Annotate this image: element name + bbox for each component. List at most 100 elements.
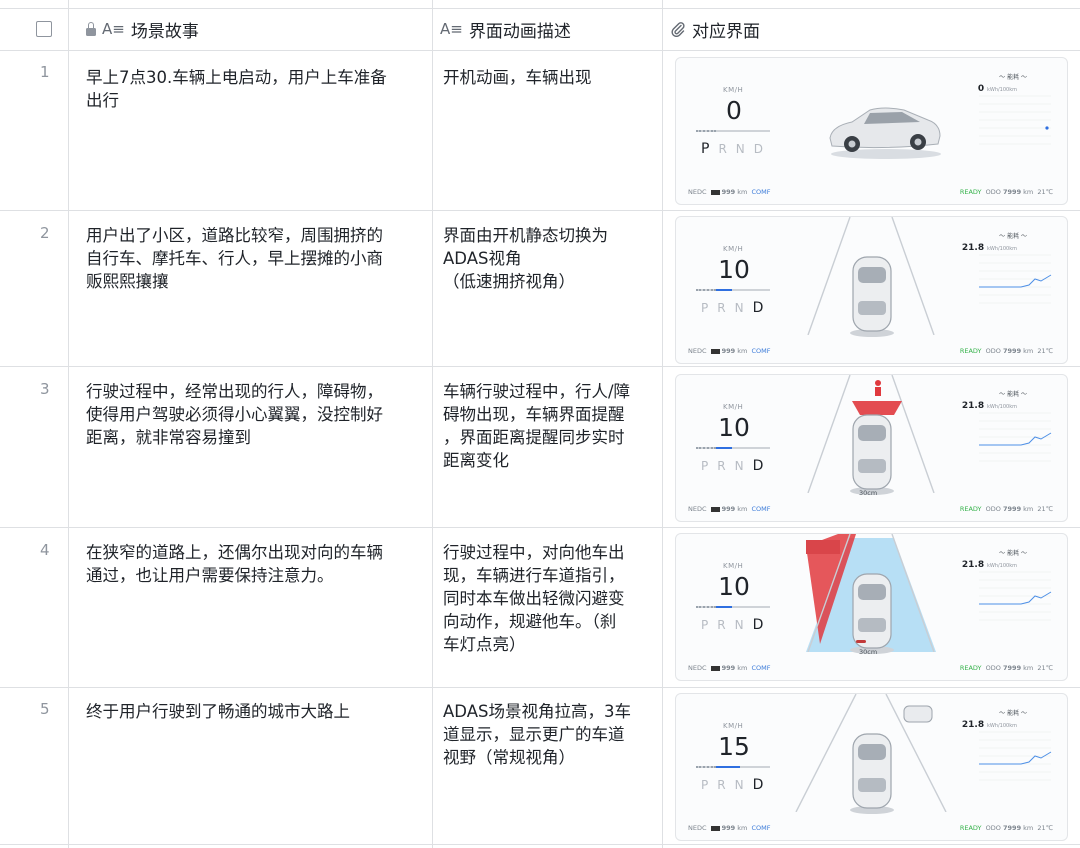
gear-d: D [752,300,773,316]
desc-line: 车辆行驶过程中，行人/障 [443,382,631,401]
nedc-label: NEDC [688,824,707,832]
story-cell[interactable]: 行驶过程中，经常出现的行人，障碍物， 使得用户驾驶必须得小心翼翼，没控制好 距离… [86,380,426,449]
desc-line: 车灯点亮） [443,635,526,654]
story-cell[interactable]: 用户出了小区，道路比较窄，周围拥挤的 自行车、摩托车、行人，早上摆摊的小商 贩熙… [86,224,426,293]
range-info: NEDC 999 km COMF [688,824,771,832]
odo-value: 7999 [1003,188,1022,196]
drive-mode: COMF [751,347,771,355]
energy-label: ～ 能耗 ～ [999,710,1027,717]
desc-cell[interactable]: 车辆行驶过程中，行人/障 碍物出现，车辆界面提醒 ，界面距离提醒同步实时 距离变… [443,380,658,472]
gear-r: R [717,778,735,792]
speed-readout: 10 [718,572,750,601]
dashboard-screenshot[interactable]: KM/H 10 PRND ～ 能耗 ～ 21.8 kWh/100km NEDC 999 k… [675,216,1068,364]
header-story[interactable]: A≡ 场景故事 [86,8,199,50]
car-top-image [850,256,894,337]
desc-line: 距离变化 [443,451,509,470]
status-info: READY ODO 7999 km 21℃ [960,505,1053,513]
gear-n: N [735,142,754,156]
lane-line [807,217,851,335]
car-top-image [850,414,894,495]
gear-r: R [717,459,735,473]
consumption-chart [979,412,1052,462]
speed-unit: KM/H [723,86,744,94]
scenario-table: A≡ 场景故事 A≡ 界面动画描述 对应界面 1 早上7点30.车辆上电启动，用… [0,0,1080,848]
header-desc[interactable]: A≡ 界面动画描述 [440,8,571,50]
text-field-icon: A≡ [102,20,125,38]
temperature: 21℃ [1037,505,1053,513]
desc-cell[interactable]: 界面由开机静态切换为 ADAS视角 （低速拥挤视角） [443,224,658,293]
dashboard-screenshot[interactable]: KM/H 10 PRND ～ 能耗 ～ 21.8 kWh/100km 30cm NEDC 9… [675,374,1068,522]
desc-line: ADAS场景视角拉高，3车 [443,702,631,721]
header-select-all[interactable] [36,8,52,50]
desc-cell[interactable]: ADAS场景视角拉高，3车 道显示，显示更广的车道 视野（常规视角） [443,700,658,769]
dashboard-screenshot[interactable]: KM/H 0 PRND ～ 能耗 ～ 0 kWh/100km NEDC 999 km CO… [675,57,1068,205]
story-cell[interactable]: 在狭窄的道路上，还偶尔出现对向的车辆 通过，也让用户需要保持注意力。 [86,541,426,587]
battery-icon [710,189,720,195]
distance-readout: 30cm [859,648,878,656]
status-info: READY ODO 7999 km 21℃ [960,824,1053,832]
status-info: READY ODO 7999 km 21℃ [960,188,1053,196]
battery-icon [710,665,720,671]
desc-line: 视野（常规视角） [443,748,575,767]
odo-unit: km [1023,664,1034,672]
temperature: 21℃ [1037,824,1053,832]
dashboard-screenshot[interactable]: KM/H 10 PRND ～ 能耗 ～ 21.8 kWh/100km 30cm NEDC 9… [675,533,1068,681]
dashboard-screenshot[interactable]: KM/H 15 PRND ～ 能耗 ～ 21.8 kWh/100km NEDC 999 k… [675,693,1068,841]
battery-icon [710,348,720,354]
desc-line: 现，车辆进行车道指引， [443,566,625,585]
range-info: NEDC 999 km COMF [688,188,771,196]
battery-icon [710,506,720,512]
desc-cell[interactable]: 开机动画，车辆出现 [443,66,658,89]
range-info: NEDC 999 km COMF [688,664,771,672]
odo-value: 7999 [1003,347,1022,355]
attachment-icon [671,22,685,37]
nedc-label: NEDC [688,347,707,355]
col-divider [432,0,433,848]
desc-line: （低速拥挤视角） [443,272,575,291]
story-line: 用户出了小区，道路比较窄，周围拥挤的 [86,226,383,245]
checkbox-icon[interactable] [36,21,52,37]
gear-r: R [717,618,735,632]
text-field-icon: A≡ [440,20,463,38]
status-info: READY ODO 7999 km 21℃ [960,664,1053,672]
energy-label: ～ 能耗 ～ [999,233,1027,240]
consumption-chart [979,731,1052,781]
story-cell[interactable]: 终于用户行驶到了畅通的城市大路上 [86,700,426,723]
gear-n: N [734,459,753,473]
speed-bar-fill [715,447,732,449]
odo-label: ODO [985,824,1001,832]
desc-line: ，界面距离提醒同步实时 [443,428,625,447]
range-info: NEDC 999 km COMF [688,505,771,513]
header-desc-label: 界面动画描述 [468,21,571,42]
story-line: 终于用户行驶到了畅通的城市大路上 [86,702,350,721]
speed-readout: 15 [718,732,750,761]
range-value: 999 [721,505,736,513]
header-story-label: 场景故事 [130,21,199,42]
story-cell[interactable]: 早上7点30.车辆上电启动，用户上车准备 出行 [86,66,426,112]
other-car-icon [903,705,933,723]
gear-selector: PRND [701,300,772,316]
consumption-chart [979,95,1051,145]
speed-bar-fill [715,766,740,768]
odo-unit: km [1023,824,1034,832]
energy-label: ～ 能耗 ～ [999,74,1027,81]
range-value: 999 [721,347,736,355]
car-side-image [829,107,941,159]
row-number: 1 [40,63,50,81]
lane-line [795,694,857,812]
temperature: 21℃ [1037,664,1053,672]
gear-r: R [717,301,735,315]
speed-ticks [696,447,716,449]
row-divider [0,844,1080,845]
col-divider [662,0,663,848]
speed-readout: 0 [726,96,742,125]
temperature: 21℃ [1037,347,1053,355]
row-number: 2 [40,224,50,242]
ready-status: READY [959,664,982,672]
gear-d: D [752,617,773,633]
desc-cell[interactable]: 行驶过程中，对向他车出 现，车辆进行车道指引， 同时本车做出轻微闪避变 向动作，… [443,541,658,656]
header-screen[interactable]: 对应界面 [670,8,760,50]
desc-line: 碍物出现，车辆界面提醒 [443,405,625,424]
odo-value: 7999 [1003,505,1022,513]
desc-line: 行驶过程中，对向他车出 [443,543,625,562]
